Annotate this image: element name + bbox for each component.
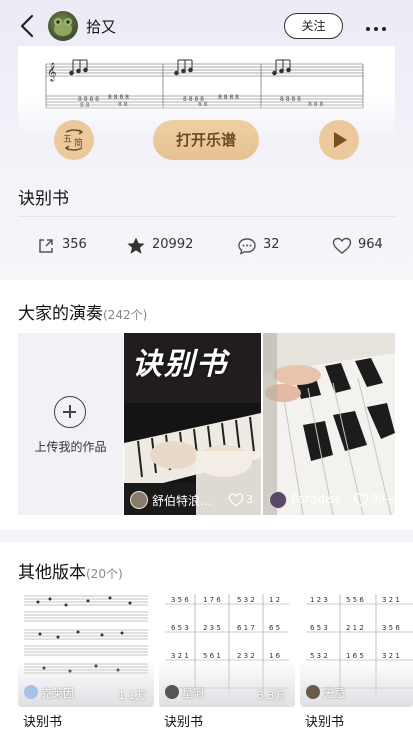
username[interactable]: 拾又: [86, 16, 116, 37]
svg-text:1 2: 1 2: [269, 596, 280, 604]
uploader-name: 克莱因: [41, 687, 74, 700]
svg-text:𝄞: 𝄞: [47, 62, 56, 82]
svg-text:3 5 6: 3 5 6: [171, 596, 189, 604]
star-icon: [127, 237, 145, 254]
thumbnail-fade: [300, 660, 413, 707]
top-bar: 拾又 关注: [0, 0, 413, 52]
stats-bar: 356 20992 32 964: [0, 228, 413, 264]
uploader-name: 无忌: [323, 687, 345, 700]
divider: [18, 216, 395, 217]
svg-text:3 2 1: 3 2 1: [382, 596, 400, 604]
version-name: 诀别书: [305, 715, 345, 730]
performances-section-title: 大家的演奏(242个): [18, 299, 147, 324]
like-count: 3: [246, 493, 253, 506]
versions-count: (20个): [86, 567, 123, 581]
author-avatar: [130, 491, 148, 509]
svg-text:5 3 2: 5 3 2: [237, 596, 255, 604]
frog-avatar-icon: [54, 18, 72, 36]
video-overlay-title: 诀别书: [132, 347, 228, 382]
comment-count: 32: [263, 237, 280, 252]
version-card[interactable]: 1 2 3 5 5 6 3 2 1 6 5 3 2 1 2 3 5 6 5 3 2 1 6…: [300, 590, 413, 734]
play-button[interactable]: [319, 120, 359, 160]
comment-stat[interactable]: 32: [237, 236, 287, 256]
svg-text:2 3 2: 2 3 2: [237, 652, 255, 660]
performances-count: (242个): [103, 308, 148, 322]
author-avatar: [269, 491, 287, 509]
version-card[interactable]: 克莱因 1.1万 诀别书: [18, 590, 154, 734]
svg-text:五: 五: [63, 135, 72, 145]
svg-text:3 2 1: 3 2 1: [171, 652, 189, 660]
svg-text:6 5 3: 6 5 3: [171, 624, 189, 632]
svg-text:6 5: 6 5: [269, 624, 280, 632]
chevron-left-icon: [20, 14, 34, 38]
version-card[interactable]: 3 5 6 1 7 6 5 3 2 1 2 6 5 3 2 3 5 6 1 7 6 5 3 …: [159, 590, 295, 734]
heart-icon: [332, 237, 352, 254]
avatar[interactable]: [48, 11, 78, 41]
heart-icon: [353, 493, 369, 507]
piano-video-thumbnail: [263, 333, 395, 515]
svg-text:6 1 7: 6 1 7: [237, 624, 255, 632]
performance-video-card[interactable]: Paradise 99+: [263, 333, 395, 515]
play-icon: [334, 132, 347, 148]
notation-toggle-button[interactable]: 五 简: [54, 120, 94, 160]
switch-arrows-icon: 五 简: [63, 129, 84, 151]
upload-work-card[interactable]: 上传我的作品: [18, 333, 123, 515]
svg-text:5 3 2: 5 3 2: [310, 652, 328, 660]
back-button[interactable]: [14, 12, 40, 40]
share-stat[interactable]: 356: [36, 236, 96, 256]
performances-title: 大家的演奏: [18, 304, 103, 324]
performance-video-card[interactable]: 诀别书 舒伯特浪… 3: [124, 333, 261, 515]
uploader-avatar: [24, 685, 38, 699]
like-count: 964: [358, 237, 383, 252]
svg-text:1 6: 1 6: [269, 652, 281, 660]
share-icon: [39, 239, 53, 253]
open-sheet-button[interactable]: 打开乐谱: [153, 120, 259, 160]
follow-button[interactable]: 关注: [284, 13, 343, 39]
more-options-icon[interactable]: [364, 16, 394, 36]
svg-text:1 6 5: 1 6 5: [346, 652, 364, 660]
svg-text:5 6 1: 5 6 1: [203, 652, 221, 660]
svg-text:简: 简: [74, 137, 83, 149]
svg-text:1 2 3: 1 2 3: [310, 596, 328, 604]
versions-title: 其他版本: [18, 563, 86, 583]
version-views: 1.1万: [118, 689, 147, 702]
versions-section-title: 其他版本(20个): [18, 558, 123, 583]
heart-icon: [228, 493, 244, 507]
comment-icon: [238, 238, 256, 255]
svg-text:5 5 6: 5 5 6: [346, 596, 364, 604]
version-views: 3.3万: [257, 689, 286, 702]
uploader-avatar: [165, 685, 179, 699]
plus-icon: [54, 396, 86, 428]
like-count: 99+: [371, 493, 395, 506]
upload-label: 上传我的作品: [34, 440, 107, 454]
favorite-count: 20992: [152, 237, 194, 252]
svg-text:1 7 6: 1 7 6: [203, 596, 221, 604]
like-stat[interactable]: 964: [332, 236, 392, 256]
svg-text:3 2 1: 3 2 1: [382, 652, 400, 660]
uploader-avatar: [306, 685, 320, 699]
favorite-stat[interactable]: 20992: [126, 236, 206, 256]
author-name: 舒伯特浪…: [152, 494, 213, 508]
uploader-name: 星河: [182, 687, 204, 700]
song-title: 诀别书: [18, 189, 69, 209]
svg-text:3 5 6: 3 5 6: [382, 624, 400, 632]
svg-text:2 1 2: 2 1 2: [346, 624, 364, 632]
share-count: 356: [62, 237, 87, 252]
version-name: 诀别书: [23, 715, 63, 730]
version-name: 诀别书: [164, 715, 204, 730]
svg-text:6 5 3: 6 5 3: [310, 624, 328, 632]
svg-text:2 3 5: 2 3 5: [203, 624, 221, 632]
author-name: Paradise: [291, 492, 342, 506]
